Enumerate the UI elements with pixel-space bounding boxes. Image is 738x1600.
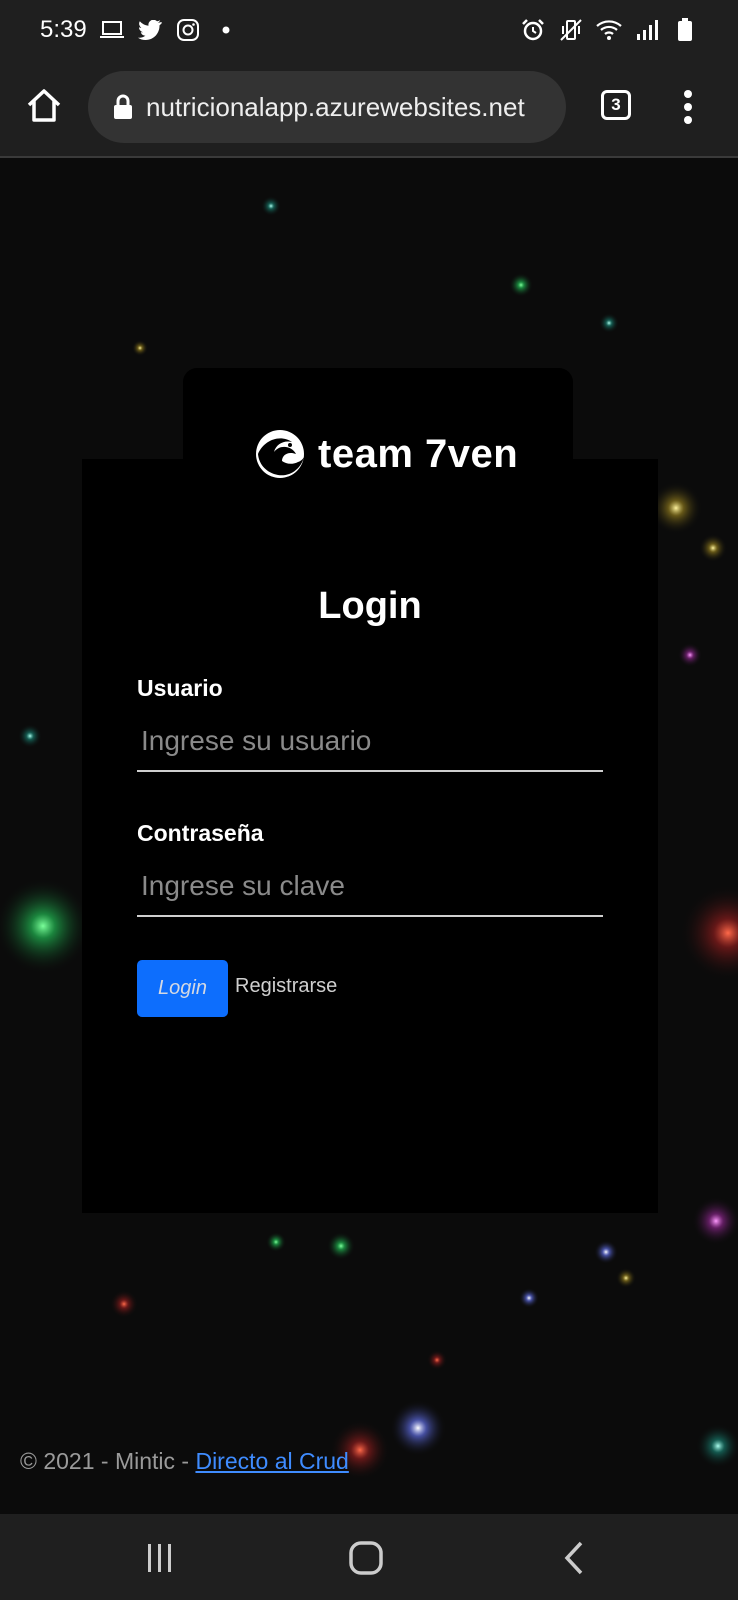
lock-icon xyxy=(114,94,132,119)
more-vert-icon xyxy=(684,90,692,124)
status-left: 5:39 xyxy=(40,16,239,44)
crud-link[interactable]: Directo al Crud xyxy=(195,1448,348,1474)
tab-switcher-button[interactable]: 3 xyxy=(601,90,631,120)
footer: © 2021 - Mintic - Directo al Crud xyxy=(20,1448,349,1475)
laptop-icon xyxy=(99,17,125,43)
back-button[interactable] xyxy=(555,1538,595,1578)
address-bar[interactable]: nutricionalapp.azurewebsites.net xyxy=(88,71,566,143)
signal-icon xyxy=(634,17,660,43)
home-icon xyxy=(27,89,61,122)
brand-logo: team 7ven xyxy=(254,428,518,480)
battery-icon xyxy=(672,17,698,43)
instagram-icon xyxy=(175,17,201,43)
username-input[interactable] xyxy=(137,712,603,772)
vibrate-icon xyxy=(558,17,584,43)
system-navigation-bar xyxy=(0,1514,738,1600)
alarm-icon xyxy=(520,17,546,43)
login-button[interactable]: Login xyxy=(137,960,228,1017)
password-label: Contraseña xyxy=(137,820,264,846)
twitter-icon xyxy=(137,17,163,43)
wifi-icon xyxy=(596,17,622,43)
status-time: 5:39 xyxy=(40,16,87,43)
footer-text: © 2021 - Mintic - xyxy=(20,1448,196,1474)
home-nav-button[interactable] xyxy=(346,1538,386,1578)
password-input[interactable] xyxy=(137,857,603,917)
back-icon xyxy=(564,1541,583,1575)
overflow-menu-button[interactable] xyxy=(676,86,700,128)
brand-name: team 7ven xyxy=(318,431,519,476)
home-nav-icon xyxy=(349,1541,383,1575)
dot-icon xyxy=(213,17,239,43)
status-bar: 5:39 xyxy=(0,0,738,60)
wave-logo-icon xyxy=(256,430,304,478)
browser-toolbar: nutricionalapp.azurewebsites.net 3 xyxy=(0,60,738,158)
recents-button[interactable] xyxy=(140,1538,180,1578)
username-label: Usuario xyxy=(137,675,223,701)
recents-icon xyxy=(148,1544,171,1572)
register-link[interactable]: Registrarse xyxy=(235,975,337,998)
home-button[interactable] xyxy=(24,86,64,126)
url-text: nutricionalapp.azurewebsites.net xyxy=(146,91,525,122)
status-right xyxy=(520,17,698,43)
page-title: Login xyxy=(318,585,422,627)
